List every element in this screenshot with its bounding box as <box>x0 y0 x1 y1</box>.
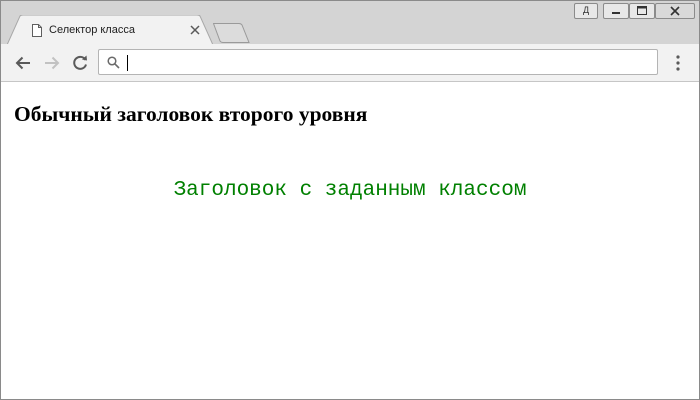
text-caret <box>127 55 128 71</box>
close-icon[interactable] <box>189 24 201 36</box>
restore-icon <box>637 6 647 15</box>
search-icon <box>107 56 120 69</box>
reload-icon[interactable] <box>70 53 90 73</box>
title-bar: Селектор класса Д <box>1 1 699 45</box>
browser-window: Селектор класса Д Обычный заголовок втор… <box>0 0 700 400</box>
class-heading: Заголовок с заданным классом <box>173 179 527 202</box>
window-close-button[interactable] <box>655 3 695 19</box>
maximize-button[interactable] <box>629 3 655 19</box>
new-tab-button[interactable] <box>213 23 251 43</box>
kebab-menu-icon[interactable] <box>673 54 683 72</box>
address-input[interactable] <box>127 53 647 71</box>
page-content: Обычный заголовок второго уровня Заголов… <box>1 82 699 399</box>
arrow-right-icon[interactable] <box>42 53 62 73</box>
browser-toolbar <box>1 44 699 82</box>
plain-heading: Обычный заголовок второго уровня <box>14 102 368 126</box>
minimize-icon <box>612 12 620 14</box>
profile-label: Д <box>582 5 590 15</box>
minimize-button[interactable] <box>603 3 629 19</box>
close-icon <box>670 6 680 16</box>
arrow-left-icon[interactable] <box>13 53 33 73</box>
tab-title: Селектор класса <box>49 24 135 36</box>
profile-button[interactable]: Д <box>574 3 598 19</box>
document-icon <box>32 24 42 37</box>
tab-active[interactable]: Селектор класса <box>7 15 213 45</box>
address-bar[interactable] <box>98 49 658 75</box>
